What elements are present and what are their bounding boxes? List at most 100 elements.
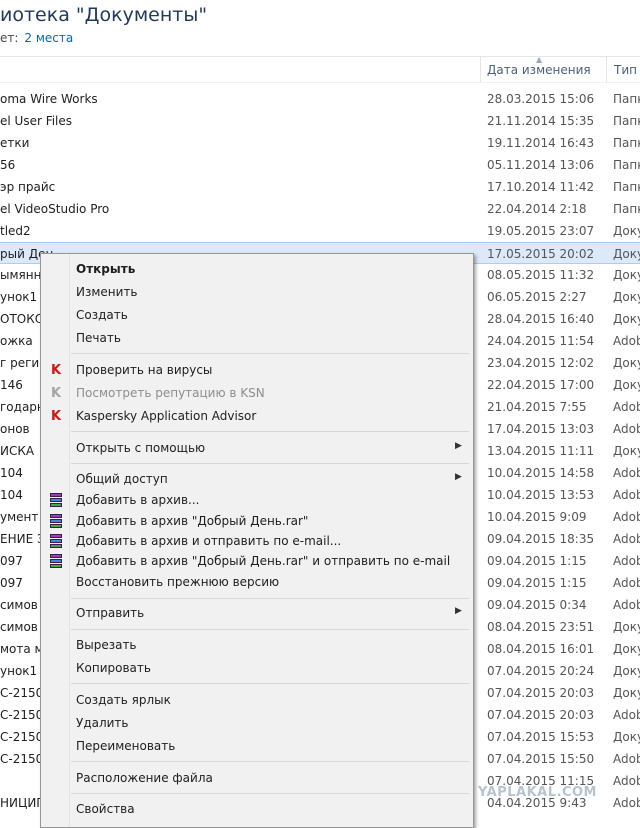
menu-item-label: Печать (76, 331, 121, 345)
file-type: Adob (613, 774, 640, 788)
menu-item-add-to-archive[interactable]: Добавить в архив... (41, 489, 473, 511)
column-header-type[interactable]: Тип (614, 63, 637, 77)
file-date: 07.04.2015 15:50 (487, 752, 595, 766)
menu-item-label: Создать (76, 308, 128, 322)
kaspersky-k-icon: K (51, 363, 62, 378)
file-type: Adob (613, 576, 640, 590)
menu-item-add-to-named-archive-email[interactable]: Добавить в архив "Добрый День.rar" и отп… (41, 550, 473, 572)
menu-separator (71, 629, 469, 630)
library-header: иотека "Документы" ет: 2 места (0, 0, 640, 56)
menu-item-kaspersky-advisor[interactable]: K Kaspersky Application Advisor (41, 405, 473, 427)
file-date: 13.04.2015 11:11 (487, 444, 595, 458)
file-row[interactable]: эр прайс 17.10.2014 11:42 Папк (0, 176, 640, 198)
menu-item-label: Посмотреть репутацию в KSN (76, 386, 265, 400)
column-divider[interactable] (606, 57, 607, 82)
file-type: Adob (613, 488, 640, 502)
file-row[interactable]: el User Files 21.11.2014 15:35 Папк (0, 110, 640, 132)
library-title: иотека "Документы" (0, 4, 208, 26)
menu-item-open[interactable]: Открыть (41, 258, 473, 280)
file-type: Доку (613, 620, 640, 634)
file-name: tled2 (0, 224, 31, 238)
file-name: эр прайс (0, 180, 56, 194)
file-name: oma Wire Works (0, 92, 98, 106)
menu-item-send-to[interactable]: Отправить ▶ (41, 602, 473, 624)
library-locations-link[interactable]: 2 места (24, 31, 73, 45)
file-name: етки (0, 136, 30, 150)
menu-item-create-shortcut[interactable]: Создать ярлык (41, 689, 473, 711)
menu-item-copy[interactable]: Копировать (41, 657, 473, 679)
context-menu: Открыть Изменить Создать Печать K Провери… (40, 253, 474, 828)
file-date: 09.04.2015 1:15 (487, 554, 587, 568)
file-date: 07.04.2015 20:24 (487, 664, 595, 678)
menu-separator (71, 793, 469, 794)
menu-item-label: Изменить (76, 285, 138, 299)
menu-item-rename[interactable]: Переименовать (41, 735, 473, 757)
file-type: Доку (613, 642, 640, 656)
file-row[interactable]: етки 19.11.2014 16:43 Папк (0, 132, 640, 154)
menu-item-add-to-archive-email[interactable]: Добавить в архив и отправить по e-mail..… (41, 530, 473, 552)
file-date: 28.03.2015 15:06 (487, 92, 595, 106)
menu-item-label: Общий доступ (76, 472, 168, 486)
file-type: Папк (613, 202, 640, 216)
file-date: 08.05.2015 11:32 (487, 268, 595, 282)
file-type: Папк (613, 158, 640, 172)
file-row[interactable]: el VideoStudio Pro 22.04.2014 2:18 Папк (0, 198, 640, 220)
menu-item-properties[interactable]: Свойства (41, 798, 473, 820)
file-row[interactable]: tled2 19.05.2015 23:07 Доку (0, 220, 640, 242)
file-type: Adob (613, 752, 640, 766)
chevron-right-icon: ▶ (455, 441, 462, 451)
menu-item-create[interactable]: Создать (41, 304, 473, 326)
file-type: Adob (613, 532, 640, 546)
menu-item-edit[interactable]: Изменить (41, 281, 473, 303)
file-date: 19.05.2015 23:07 (487, 224, 595, 238)
file-date: 07.04.2015 15:53 (487, 730, 595, 744)
file-date: 10.04.2015 13:53 (487, 488, 595, 502)
menu-item-file-location[interactable]: Расположение файла (41, 767, 473, 789)
file-type: Доку (613, 356, 640, 370)
file-date: 21.11.2014 15:35 (487, 114, 595, 128)
menu-item-delete[interactable]: Удалить (41, 712, 473, 734)
file-date: 17.04.2015 13:03 (487, 422, 595, 436)
menu-item-label: Добавить в архив и отправить по e-mail..… (76, 534, 342, 548)
menu-item-label: Добавить в архив "Добрый День.rar" и отп… (76, 554, 451, 568)
file-type: Папк (613, 114, 640, 128)
file-type: Adob (613, 598, 640, 612)
menu-item-scan-viruses[interactable]: K Проверить на вирусы (41, 359, 473, 381)
file-row[interactable]: 56 05.11.2014 13:06 Папк (0, 154, 640, 176)
menu-item-label: Проверить на вирусы (76, 363, 213, 377)
winrar-books-icon (48, 533, 64, 549)
menu-item-add-to-named-archive[interactable]: Добавить в архив "Добрый День.rar" (41, 510, 473, 532)
menu-item-restore-version[interactable]: Восстановить прежнюю версию (41, 571, 473, 593)
kaspersky-k-icon: K (51, 409, 62, 424)
column-divider[interactable] (480, 57, 481, 82)
menu-item-label: Открыть (76, 262, 136, 276)
column-header-date[interactable]: Дата изменения (487, 63, 591, 77)
file-type: Доку (613, 247, 640, 261)
menu-item-label: Kaspersky Application Advisor (76, 409, 257, 423)
file-type: Adob (613, 422, 640, 436)
menu-item-cut[interactable]: Вырезать (41, 634, 473, 656)
file-type: Доку (613, 312, 640, 326)
file-type: Adob (613, 796, 640, 810)
menu-item-label: Открыть с помощью (76, 441, 206, 455)
menu-separator (71, 683, 469, 684)
menu-item-print[interactable]: Печать (41, 327, 473, 349)
file-type: Adob (613, 510, 640, 524)
file-type: Доку (613, 290, 640, 304)
file-type: Доку (613, 730, 640, 744)
file-name: 56 (0, 158, 16, 172)
menu-item-share[interactable]: Общий доступ ▶ (41, 468, 473, 490)
winrar-books-icon (48, 513, 64, 529)
menu-item-label: Восстановить прежнюю версию (76, 575, 280, 589)
menu-item-open-with[interactable]: Открыть с помощью ▶ (41, 437, 473, 459)
menu-separator (71, 431, 469, 432)
menu-item-label: Переименовать (76, 739, 176, 753)
menu-item-label: Расположение файла (76, 771, 213, 785)
file-date: 07.04.2015 20:03 (487, 686, 595, 700)
file-type: Папк (613, 180, 640, 194)
file-type: Adob (613, 708, 640, 722)
file-type: Adob (613, 466, 640, 480)
file-date: 21.04.2015 7:55 (487, 400, 587, 414)
file-row[interactable]: oma Wire Works 28.03.2015 15:06 Папк (0, 88, 640, 110)
file-type: Папк (613, 92, 640, 106)
